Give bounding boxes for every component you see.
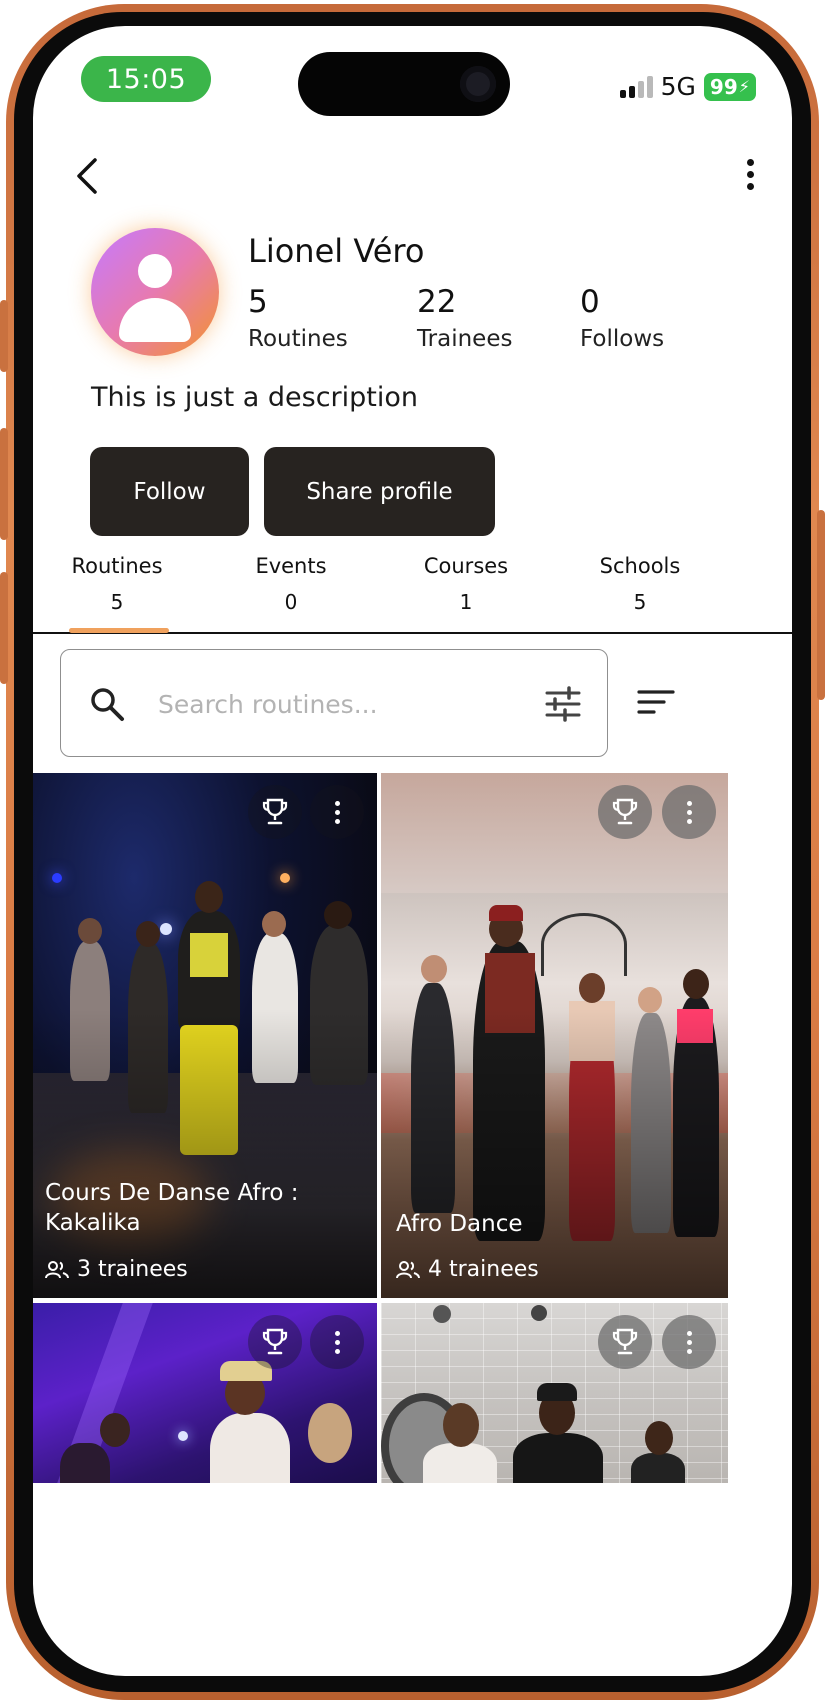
routine-card[interactable]: Cours De Danse Afro : Kakalika 3 trainee… [33, 773, 377, 1298]
side-button [0, 572, 8, 684]
avatar [91, 228, 219, 356]
battery-icon: 99 ⚡ [703, 72, 756, 101]
status-time: 15:05 [81, 56, 211, 102]
signal-icon [619, 75, 653, 98]
more-vertical-icon[interactable] [310, 785, 364, 839]
tab-count: 0 [284, 590, 298, 614]
back-arrow-icon[interactable] [69, 156, 109, 196]
trophy-icon[interactable] [598, 1315, 652, 1369]
card-gradient [381, 1009, 728, 1298]
follow-button[interactable]: Follow [90, 447, 249, 536]
avatar-body [119, 298, 191, 342]
tab-routines[interactable]: Routines 5 [33, 554, 207, 614]
tab-label: Courses [423, 554, 509, 578]
tab-label: Events [255, 554, 327, 578]
stat-label: Routines [248, 326, 348, 352]
camera-icon [460, 66, 496, 102]
people-icon [45, 1260, 69, 1278]
search-input[interactable] [156, 678, 530, 730]
tune-icon[interactable] [545, 686, 581, 722]
stat-label: Follows [580, 326, 665, 352]
dynamic-island [298, 52, 510, 116]
battery-level: 99 [709, 74, 738, 99]
tab-label: Schools [599, 554, 681, 578]
more-vertical-icon[interactable] [662, 1315, 716, 1369]
stat-label: Trainees [417, 326, 513, 352]
stat-trainees: 22 Trainees [417, 284, 512, 352]
trainees-count: 4 trainees [428, 1257, 539, 1282]
stat-value: 22 [417, 284, 457, 320]
profile-description: This is just a description [91, 382, 419, 413]
search-box [60, 649, 608, 757]
more-vertical-icon[interactable] [662, 785, 716, 839]
people-icon [396, 1260, 420, 1278]
more-vertical-icon[interactable] [310, 1315, 364, 1369]
tab-count: 1 [459, 590, 473, 614]
share-profile-button[interactable]: Share profile [264, 447, 495, 536]
routine-trainees: 4 trainees [396, 1257, 539, 1282]
routine-card[interactable] [381, 1303, 728, 1483]
stat-value: 0 [580, 284, 600, 320]
trophy-icon[interactable] [598, 785, 652, 839]
side-button [0, 300, 8, 372]
trophy-icon[interactable] [248, 1315, 302, 1369]
stat-follows: 0 Follows [580, 284, 664, 352]
tab-schools[interactable]: Schools 5 [550, 554, 730, 614]
app-screen: 15:05 5G 99 ⚡ Lionel Véro 5 Routines 22 T… [33, 26, 792, 1676]
tab-label: Routines [71, 554, 163, 578]
tab-count: 5 [110, 590, 124, 614]
trophy-icon[interactable] [248, 785, 302, 839]
trainees-count: 3 trainees [77, 1257, 188, 1282]
avatar-head [138, 254, 172, 288]
profile-name: Lionel Véro [248, 232, 425, 270]
routine-title: Afro Dance [396, 1211, 523, 1237]
tab-courses[interactable]: Courses 1 [376, 554, 556, 614]
network-label: 5G [660, 72, 696, 101]
side-button [0, 428, 8, 540]
routine-title: Cours De Danse Afro : Kakalika [45, 1180, 299, 1236]
routine-trainees: 3 trainees [45, 1257, 188, 1282]
tab-count: 5 [633, 590, 647, 614]
status-indicators: 5G 99 ⚡ [619, 72, 756, 101]
sort-icon[interactable] [637, 688, 675, 718]
active-tab-indicator [69, 628, 169, 633]
search-icon [87, 684, 127, 724]
stat-routines: 5 Routines [248, 284, 348, 352]
stat-value: 5 [248, 284, 268, 320]
more-vertical-icon[interactable] [740, 154, 760, 194]
card-gradient [33, 1009, 377, 1298]
routine-card[interactable] [33, 1303, 377, 1483]
tab-events[interactable]: Events 0 [201, 554, 381, 614]
routine-card[interactable]: Afro Dance 4 trainees [381, 773, 728, 1298]
side-button [817, 510, 825, 700]
